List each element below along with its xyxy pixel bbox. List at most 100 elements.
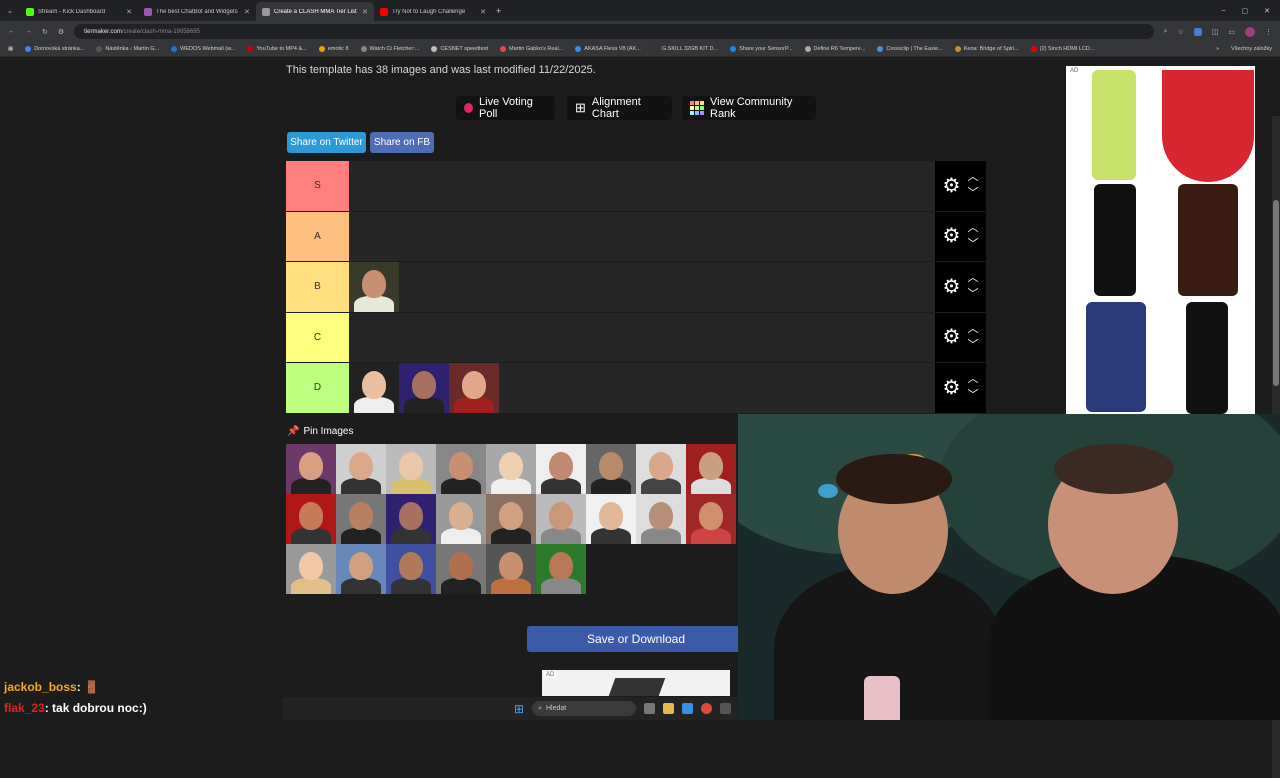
tier-label[interactable]: D	[286, 363, 349, 413]
move-tier-up-icon[interactable]: ︿	[967, 374, 978, 385]
tier-drop-zone[interactable]	[349, 261, 935, 312]
move-tier-down-icon[interactable]: ﹀	[967, 289, 978, 300]
fighter-image[interactable]	[286, 494, 336, 544]
tier-settings-gear-icon[interactable]: ⚙	[943, 176, 961, 196]
all-bookmarks-folder[interactable]: Všechny záložky	[1231, 46, 1272, 52]
fighter-image[interactable]	[399, 362, 449, 413]
bottom-ad[interactable]: AD	[542, 670, 730, 696]
fighter-image[interactable]	[536, 444, 586, 494]
fighter-image[interactable]	[436, 444, 486, 494]
sidebar-icon[interactable]: ▭	[1228, 28, 1235, 36]
bookmark-item[interactable]: Martin Gabko's Real...	[500, 46, 563, 52]
tier-label[interactable]: B	[286, 262, 349, 312]
bookmark-item[interactable]: Nástěnka ‹ Martin G...	[96, 46, 159, 52]
move-tier-down-icon[interactable]: ﹀	[967, 188, 978, 199]
move-tier-up-icon[interactable]: ︿	[967, 273, 978, 284]
move-tier-down-icon[interactable]: ﹀	[967, 339, 978, 351]
fighter-image[interactable]	[586, 494, 636, 544]
star-icon[interactable]: ☆	[1177, 28, 1183, 36]
tab-search-icon[interactable]: ⌄	[0, 6, 20, 15]
bookmark-item[interactable]: CESNET speedtest	[431, 46, 488, 52]
bookmark-item[interactable]: (2) Sinch HDMI LCD...	[1030, 46, 1094, 52]
zoom-icon[interactable]: ⌕	[1164, 28, 1168, 36]
fighter-image[interactable]	[336, 494, 386, 544]
url-field[interactable]: tiermaker.com/create/clash-mma-19058695	[74, 24, 1154, 39]
fighter-image[interactable]	[386, 444, 436, 494]
back-icon[interactable]: ←	[8, 28, 15, 35]
minimize-icon[interactable]: –	[1222, 7, 1226, 15]
share-twitter-button[interactable]: Share on Twitter	[287, 132, 366, 153]
tier-label[interactable]: C	[286, 312, 349, 362]
bookmark-item[interactable]: emotic 8	[318, 46, 349, 52]
tier-drop-zone[interactable]	[349, 312, 935, 362]
view-community-rank-button[interactable]: View Community Rank	[682, 96, 816, 120]
fighter-image[interactable]	[336, 544, 386, 594]
fighter-image[interactable]	[336, 444, 386, 494]
fighter-image[interactable]	[386, 544, 436, 594]
side-ad[interactable]: AD ▷	[1066, 66, 1255, 414]
bookmark-item[interactable]: Domovská stránka...	[25, 46, 84, 52]
tier-settings-gear-icon[interactable]: ⚙	[943, 327, 961, 347]
bookmark-item[interactable]: YouTube to MP4 &...	[247, 46, 307, 52]
close-icon[interactable]: ✕	[480, 8, 486, 16]
fighter-image[interactable]	[636, 494, 686, 544]
tab-4[interactable]: Try Not to Laugh Challenge ✕	[374, 2, 492, 21]
share-fb-button[interactable]: Share on FB	[370, 132, 434, 153]
close-icon[interactable]: ✕	[362, 8, 368, 16]
new-tab-icon[interactable]: +	[492, 6, 501, 16]
tier-settings-gear-icon[interactable]: ⚙	[943, 378, 961, 398]
task-view-icon[interactable]	[644, 703, 656, 714]
tab-2[interactable]: The best ChatBot and Widgets ✕	[138, 2, 256, 21]
maximize-icon[interactable]: ▢	[1242, 7, 1249, 15]
move-tier-up-icon[interactable]: ︿	[967, 172, 978, 183]
fighter-image[interactable]	[686, 494, 736, 544]
site-info-icon[interactable]: ⚙	[58, 28, 64, 36]
bookmark-item[interactable]: WEDOS Webmail (w...	[171, 46, 235, 52]
extension-icon[interactable]	[1193, 27, 1202, 36]
fighter-image[interactable]	[536, 494, 586, 544]
extensions-puzzle-icon[interactable]: ◫	[1212, 28, 1219, 36]
fighter-image[interactable]	[486, 544, 536, 594]
forward-icon[interactable]: →	[25, 28, 32, 35]
bookmark-item[interactable]: G.SKILL 32GB KIT D...	[652, 46, 718, 52]
tier-drop-zone[interactable]	[349, 211, 935, 261]
tier-label[interactable]: A	[286, 211, 349, 261]
fighter-image[interactable]	[586, 444, 636, 494]
store-icon[interactable]	[682, 703, 694, 714]
fighter-image[interactable]	[536, 544, 586, 594]
app-icon[interactable]	[720, 703, 732, 714]
move-tier-up-icon[interactable]: ︿	[967, 222, 978, 234]
chrome-icon[interactable]	[701, 703, 713, 714]
tier-drop-zone[interactable]	[349, 161, 935, 211]
tier-settings-gear-icon[interactable]: ⚙	[943, 277, 961, 297]
tab-1[interactable]: Stream - Kick Dashboard ✕	[20, 2, 138, 21]
file-explorer-icon[interactable]	[663, 703, 675, 714]
fighter-image[interactable]	[386, 494, 436, 544]
bookmark-item[interactable]: Kena: Bridge of Spiri...	[954, 46, 1019, 52]
tier-drop-zone[interactable]	[349, 362, 935, 413]
reload-icon[interactable]: ↻	[42, 28, 48, 36]
fighter-image[interactable]	[349, 261, 399, 312]
close-window-icon[interactable]: ✕	[1264, 7, 1270, 15]
tab-3[interactable]: Create a CLASH MMA Tier List ✕	[256, 2, 374, 21]
tier-settings-gear-icon[interactable]: ⚙	[943, 226, 961, 246]
menu-icon[interactable]: ⋮	[1265, 28, 1272, 36]
close-icon[interactable]: ✕	[244, 8, 250, 16]
taskbar-search[interactable]: ⌕ Hledat	[532, 701, 637, 716]
close-icon[interactable]: ✕	[126, 8, 132, 16]
fighter-image[interactable]	[449, 362, 499, 413]
live-voting-poll-button[interactable]: Live Voting Poll	[456, 96, 555, 120]
bookmark-item[interactable]: Crossclip | The Easie...	[877, 46, 943, 52]
save-or-download-button[interactable]: Save or Download	[527, 626, 745, 652]
pin-images-toggle[interactable]: 📌 Pin Images	[287, 426, 353, 437]
bookmark-item[interactable]: Watch Ct Fletcher:...	[360, 46, 419, 52]
bookmarks-overflow-icon[interactable]: »	[1216, 46, 1219, 52]
bookmark-item[interactable]: Share your SensorP...	[730, 46, 793, 52]
alignment-chart-button[interactable]: ⊞ Alignment Chart	[567, 96, 672, 120]
bookmark-item[interactable]: AKASA Flexa V8 (AK...	[575, 46, 641, 52]
profile-avatar[interactable]	[1245, 26, 1255, 37]
move-tier-down-icon[interactable]: ﹀	[967, 238, 978, 250]
apps-icon[interactable]: ▦	[8, 46, 13, 52]
bookmark-item[interactable]: Define R6 Tempere...	[804, 46, 865, 52]
fighter-image[interactable]	[349, 362, 399, 413]
